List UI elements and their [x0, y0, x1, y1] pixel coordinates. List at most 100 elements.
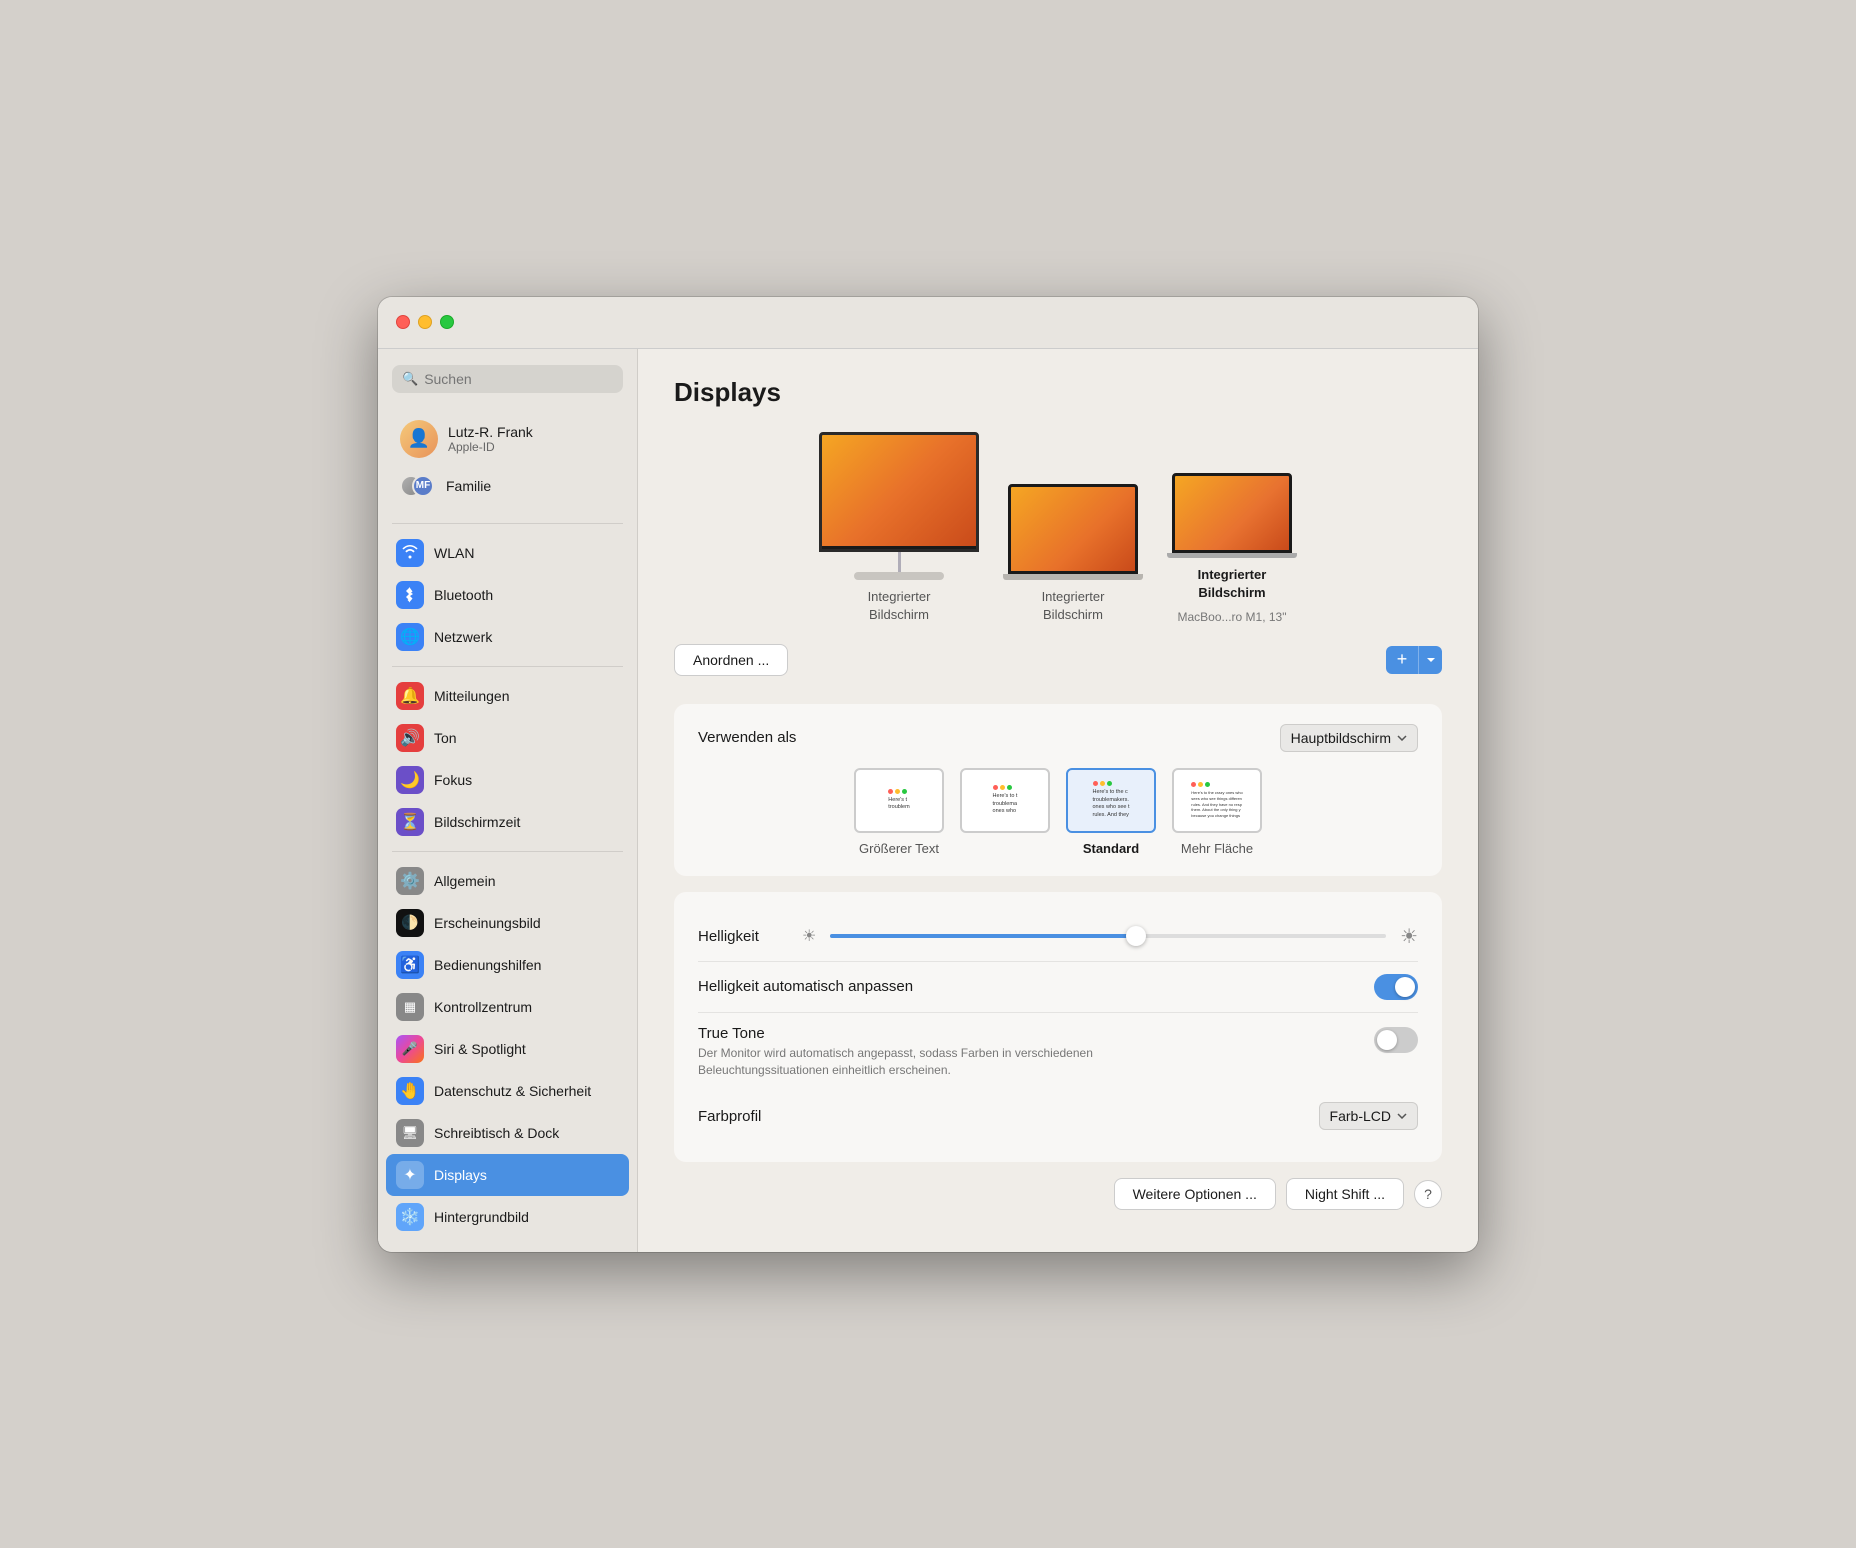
user-subtitle: Apple-ID — [448, 440, 533, 454]
siri-icon: 🎤 — [396, 1035, 424, 1063]
sidebar-item-allgemein[interactable]: ⚙️ Allgemein — [386, 860, 629, 902]
hauptbildschirm-value: Hauptbildschirm — [1291, 730, 1391, 746]
family-label: Familie — [446, 478, 491, 494]
sidebar-item-netzwerk[interactable]: 🌐 Netzwerk — [386, 616, 629, 658]
fokus-icon: 🌙 — [396, 766, 424, 794]
resolution-options: Here's ttroublem Größerer Text Here's to… — [698, 768, 1418, 856]
res-option-standard[interactable]: Here's to the ctroublemakers.ones who se… — [1066, 768, 1156, 856]
sidebar-item-label-erscheinungsbild: Erscheinungsbild — [434, 915, 541, 931]
allgemein-icon: ⚙️ — [396, 867, 424, 895]
sidebar-item-bluetooth[interactable]: Bluetooth — [386, 574, 629, 616]
helligkeit-auto-toggle[interactable] — [1374, 974, 1418, 1000]
display-preview-imac[interactable]: IntegrierterBildschirm — [819, 432, 979, 624]
sidebar-item-bedienungshilfen[interactable]: ♿ Bedienungshilfen — [386, 944, 629, 986]
sidebar-item-wlan[interactable]: WLAN — [386, 532, 629, 574]
res-option-medium1[interactable]: Here's to ttroublemaones who — [960, 768, 1050, 856]
close-button[interactable] — [396, 315, 410, 329]
help-button[interactable]: ? — [1414, 1180, 1442, 1208]
sidebar-item-fokus[interactable]: 🌙 Fokus — [386, 759, 629, 801]
verwenden-als-card: Verwenden als Hauptbildschirm Here's ttr… — [674, 704, 1442, 876]
display-preview-macbook[interactable]: IntegrierterBildschirm MacBoo...ro M1, 1… — [1167, 473, 1297, 624]
user-name: Lutz-R. Frank — [448, 424, 533, 440]
hintergrundbild-icon: ❄️ — [396, 1203, 424, 1231]
weitere-optionen-button[interactable]: Weitere Optionen ... — [1114, 1178, 1276, 1210]
datenschutz-icon: 🤚 — [396, 1077, 424, 1105]
sidebar-item-schreibtisch[interactable]: 🖥 Schreibtisch & Dock — [386, 1112, 629, 1154]
brightness-slider[interactable] — [830, 934, 1386, 938]
sidebar-item-label-fokus: Fokus — [434, 772, 472, 788]
add-display-dropdown-button[interactable] — [1418, 646, 1442, 674]
res-inner-groesser: Here's ttroublem — [883, 784, 914, 817]
sidebar-item-label-netzwerk: Netzwerk — [434, 629, 492, 645]
arrange-button[interactable]: Anordnen ... — [674, 644, 788, 676]
sidebar-item-datenschutz[interactable]: 🤚 Datenschutz & Sicherheit — [386, 1070, 629, 1112]
wlan-icon — [396, 539, 424, 567]
sidebar-item-displays[interactable]: ✦ Displays — [386, 1154, 629, 1196]
sidebar-item-label-kontrollzentrum: Kontrollzentrum — [434, 999, 532, 1015]
brightness-thumb[interactable] — [1126, 926, 1146, 946]
display-label-laptop: IntegrierterBildschirm — [1042, 588, 1105, 624]
verwenden-als-row: Verwenden als Hauptbildschirm — [698, 724, 1418, 752]
res-preview-medium1: Here's to ttroublemaones who — [960, 768, 1050, 833]
system-preferences-window: 🔍 👤 Lutz-R. Frank Apple-ID MF Fami — [378, 297, 1478, 1252]
bedienungshilfen-icon: ♿ — [396, 951, 424, 979]
night-shift-button[interactable]: Night Shift ... — [1286, 1178, 1404, 1210]
sidebar-item-ton[interactable]: 🔊 Ton — [386, 717, 629, 759]
sidebar-item-label-ton: Ton — [434, 730, 457, 746]
sidebar-item-kontrollzentrum[interactable]: ▦ Kontrollzentrum — [386, 986, 629, 1028]
user-info: Lutz-R. Frank Apple-ID — [448, 424, 533, 454]
helligkeit-auto-label: Helligkeit automatisch anpassen — [698, 978, 913, 995]
hauptbildschirm-dropdown[interactable]: Hauptbildschirm — [1280, 724, 1418, 752]
display-previews: IntegrierterBildschirm IntegrierterBilds… — [674, 432, 1442, 624]
display-sub-macbook: MacBoo...ro M1, 13" — [1178, 610, 1287, 624]
family-avatars: MF — [400, 472, 436, 500]
sidebar-item-siri[interactable]: 🎤 Siri & Spotlight — [386, 1028, 629, 1070]
sidebar-item-bildschirmzeit[interactable]: ⏳ Bildschirmzeit — [386, 801, 629, 843]
sidebar-divider-1 — [392, 523, 623, 524]
imac-base — [854, 572, 944, 580]
sidebar-item-label-schreibtisch: Schreibtisch & Dock — [434, 1125, 559, 1141]
true-tone-row: True Tone Der Monitor wird automatisch a… — [698, 1012, 1418, 1091]
verwenden-als-label: Verwenden als — [698, 729, 796, 746]
sidebar-item-label-bedienungshilfen: Bedienungshilfen — [434, 957, 541, 973]
mitteilungen-icon: 🔔 — [396, 682, 424, 710]
helligkeit-label: Helligkeit — [698, 928, 788, 945]
display-label-macbook: IntegrierterBildschirm — [1198, 566, 1267, 602]
sidebar-item-label-datenschutz: Datenschutz & Sicherheit — [434, 1083, 591, 1099]
true-tone-toggle[interactable] — [1374, 1027, 1418, 1053]
maximize-button[interactable] — [440, 315, 454, 329]
search-icon: 🔍 — [402, 371, 418, 387]
res-option-mehr-flaeche[interactable]: Here's to the crazy ones whosees who see… — [1172, 768, 1262, 856]
laptop-hinge — [1003, 574, 1143, 580]
bluetooth-icon — [396, 581, 424, 609]
search-box[interactable]: 🔍 — [392, 365, 623, 393]
imac-neck — [898, 552, 901, 572]
display-preview-laptop[interactable]: IntegrierterBildschirm — [1003, 484, 1143, 624]
sidebar-item-erscheinungsbild[interactable]: 🌓 Erscheinungsbild — [386, 902, 629, 944]
sidebar-item-hintergrundbild[interactable]: ❄️ Hintergrundbild — [386, 1196, 629, 1238]
sidebar-item-label-hintergrundbild: Hintergrundbild — [434, 1209, 529, 1225]
add-display-button[interactable]: + — [1386, 646, 1418, 674]
sidebar-item-label-bildschirmzeit: Bildschirmzeit — [434, 814, 520, 830]
farbprofil-dropdown[interactable]: Farb-LCD — [1319, 1102, 1418, 1130]
bildschirmzeit-icon: ⏳ — [396, 808, 424, 836]
erscheinungsbild-icon: 🌓 — [396, 909, 424, 937]
res-inner-standard: Here's to the ctroublemakers.ones who se… — [1088, 776, 1135, 825]
sidebar-item-mitteilungen[interactable]: 🔔 Mitteilungen — [386, 675, 629, 717]
titlebar — [378, 297, 1478, 349]
search-input[interactable] — [424, 371, 613, 387]
res-label-standard: Standard — [1083, 841, 1139, 856]
sidebar-item-label-allgemein: Allgemein — [434, 873, 495, 889]
user-profile-item[interactable]: 👤 Lutz-R. Frank Apple-ID — [392, 415, 623, 463]
family-avatar-2: MF — [412, 475, 434, 497]
family-item[interactable]: MF Familie — [392, 467, 623, 505]
farbprofil-label: Farbprofil — [698, 1108, 761, 1125]
sidebar: 🔍 👤 Lutz-R. Frank Apple-ID MF Fami — [378, 349, 638, 1252]
helligkeit-auto-row: Helligkeit automatisch anpassen — [698, 962, 1418, 1012]
imac-screen — [819, 432, 979, 552]
res-option-groesser[interactable]: Here's ttroublem Größerer Text — [854, 768, 944, 856]
minimize-button[interactable] — [418, 315, 432, 329]
sidebar-divider-2 — [392, 666, 623, 667]
user-section: 👤 Lutz-R. Frank Apple-ID MF Familie — [378, 407, 637, 517]
imac-monitor — [819, 432, 979, 580]
